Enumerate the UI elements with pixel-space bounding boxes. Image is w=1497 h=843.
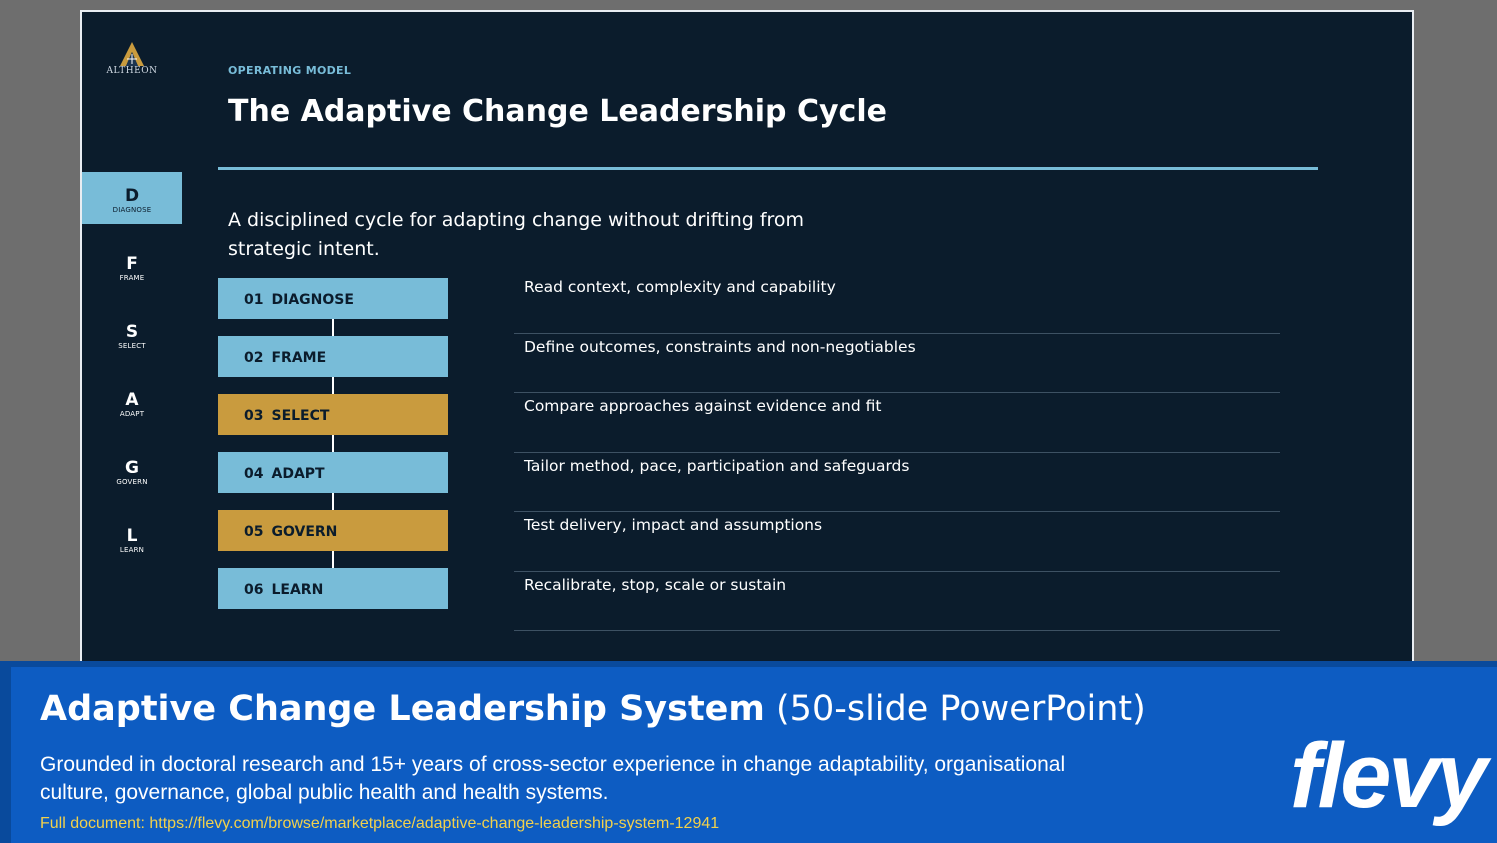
step-number: 05 <box>244 524 264 540</box>
nav-letter: S <box>125 322 139 342</box>
step-number: 01 <box>244 292 264 308</box>
nav-item-adapt[interactable]: A ADAPT <box>82 376 182 428</box>
nav-item-diagnose[interactable]: D DIAGNOSE <box>82 172 182 224</box>
banner-description: Grounded in doctoral research and 15+ ye… <box>40 753 1066 804</box>
nav-word: GOVERN <box>116 478 148 486</box>
step-number: 03 <box>244 408 264 424</box>
step-learn: 06 LEARN <box>218 568 448 609</box>
step-number: 04 <box>244 466 264 482</box>
document-link[interactable]: Full document: https://flevy.com/browse/… <box>40 815 719 833</box>
banner-title: Adaptive Change Leadership System (50-sl… <box>40 689 1146 729</box>
slide: ALTHEON D DIAGNOSE F FRAME S SELECT A AD… <box>80 10 1414 670</box>
flevy-logo[interactable]: flevy <box>1290 730 1488 822</box>
step-description: Define outcomes, constraints and non-neg… <box>514 334 1280 393</box>
nav-word: ADAPT <box>119 410 145 418</box>
step-govern: 05 GOVERN <box>218 510 448 551</box>
nav-letter: L <box>126 526 138 546</box>
nav-word: LEARN <box>119 546 145 554</box>
step-connector-line <box>332 288 334 598</box>
slide-eyebrow: OPERATING MODEL <box>228 64 352 77</box>
nav-word: DIAGNOSE <box>112 206 152 214</box>
nav-letter: G <box>125 458 139 478</box>
step-frame: 02 FRAME <box>218 336 448 377</box>
step-description: Tailor method, pace, participation and s… <box>514 453 1280 512</box>
step-label: DIAGNOSE <box>271 292 354 308</box>
step-label: GOVERN <box>271 524 338 540</box>
step-description: Compare approaches against evidence and … <box>514 393 1280 453</box>
promo-banner: Adaptive Change Leadership System (50-sl… <box>0 661 1497 843</box>
nav-word: FRAME <box>119 274 145 282</box>
nav-item-learn[interactable]: L LEARN <box>82 512 182 564</box>
step-select: 03 SELECT <box>218 394 448 435</box>
banner-title-bold: Adaptive Change Leadership System <box>40 689 765 729</box>
title-divider <box>218 167 1318 170</box>
step-descriptions: Read context, complexity and capability … <box>514 274 1280 631</box>
logo-wordmark: ALTHEON <box>106 66 158 76</box>
step-label: ADAPT <box>271 466 325 482</box>
cycle-steps: 01 DIAGNOSE 02 FRAME 03 SELECT 04 ADAPT 05 GO… <box>218 278 448 626</box>
step-description: Recalibrate, stop, scale or sustain <box>514 572 1280 631</box>
nav-letter: A <box>125 390 139 410</box>
step-number: 06 <box>244 582 264 598</box>
altheon-logo: ALTHEON <box>102 40 162 80</box>
nav-letter: D <box>124 186 140 206</box>
step-adapt: 04 ADAPT <box>218 452 448 493</box>
nav-item-frame[interactable]: F FRAME <box>82 240 182 292</box>
step-description: Read context, complexity and capability <box>514 274 1280 334</box>
step-label: FRAME <box>271 350 327 366</box>
slide-subtitle: A disciplined cycle for adapting change … <box>228 209 805 260</box>
nav-word: SELECT <box>118 342 146 350</box>
step-label: SELECT <box>271 408 330 424</box>
step-label: LEARN <box>271 582 324 598</box>
nav-letter: F <box>126 254 138 274</box>
slide-title: The Adaptive Change Leadership Cycle <box>228 94 887 129</box>
step-description: Test delivery, impact and assumptions <box>514 512 1280 572</box>
side-nav: D DIAGNOSE F FRAME S SELECT A ADAPT G GO… <box>82 172 182 580</box>
nav-item-select[interactable]: S SELECT <box>82 308 182 360</box>
step-number: 02 <box>244 350 264 366</box>
step-diagnose: 01 DIAGNOSE <box>218 278 448 319</box>
nav-item-govern[interactable]: G GOVERN <box>82 444 182 496</box>
banner-title-light: (50-slide PowerPoint) <box>776 689 1146 729</box>
